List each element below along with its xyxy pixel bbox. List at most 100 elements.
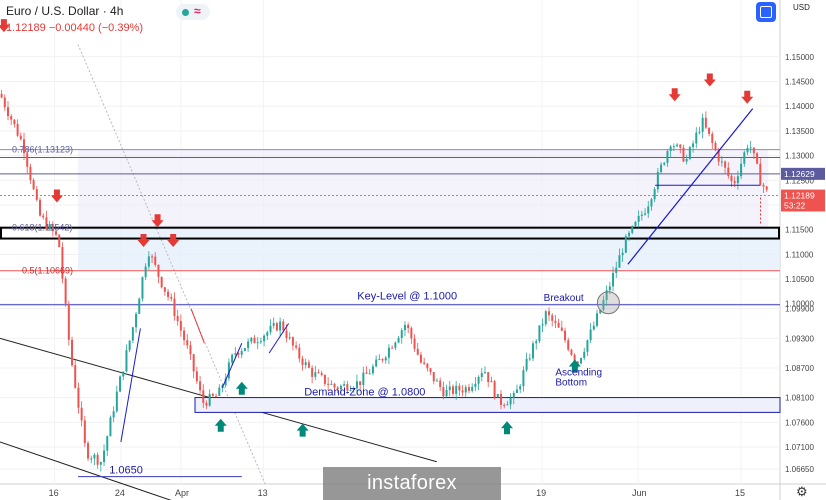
candle-body (285, 330, 288, 339)
candle-body (679, 144, 682, 148)
y-tick-label: 1.08700 (785, 364, 814, 373)
candle-body (496, 393, 499, 398)
candle-body (199, 381, 202, 391)
candle-body (317, 372, 320, 374)
candle-body (400, 330, 403, 339)
candle-body (644, 213, 647, 215)
candle-body (291, 337, 294, 346)
y-tick-label: 1.07100 (785, 443, 814, 452)
candle-body (570, 349, 573, 355)
candle-body (586, 340, 589, 352)
candle-body (87, 443, 90, 459)
candle-body (378, 359, 381, 361)
candle-body (173, 298, 176, 317)
fib-label: 0.5(1.10669) (22, 266, 73, 276)
candle-body (240, 350, 243, 355)
candle-body (736, 176, 739, 184)
candle-body (384, 357, 387, 361)
layout-button[interactable] (756, 2, 776, 22)
candle-body (304, 362, 307, 365)
candle-body (183, 330, 186, 341)
candle-body (205, 402, 208, 406)
candle-body (211, 393, 214, 396)
y-tick-label: 1.06650 (785, 465, 814, 474)
candle-body (628, 232, 631, 237)
candle-body (106, 436, 109, 451)
candle-body (445, 390, 448, 397)
candle-body (301, 358, 304, 365)
candle-body (135, 313, 138, 328)
candle-body (592, 325, 595, 330)
candle-body (7, 107, 10, 117)
candle-body (656, 171, 659, 190)
candle-body (29, 166, 32, 181)
chart-canvas[interactable]: 1.150001.145001.140001.135001.130001.125… (0, 0, 826, 500)
candle-body (253, 337, 256, 344)
candle-body (365, 372, 368, 374)
x-tick-label: 24 (115, 488, 125, 498)
candle-body (551, 315, 554, 321)
candle-body (122, 371, 125, 377)
candle-body (458, 385, 461, 391)
candle-body (759, 163, 762, 185)
fib-label: 0.786(1.13123) (12, 145, 73, 155)
candle-body (663, 162, 666, 165)
candle-body (269, 325, 272, 333)
candle-body (323, 374, 326, 384)
candle-body (669, 146, 672, 152)
candle-body (403, 324, 406, 331)
candle-body (451, 386, 454, 394)
candle-body (19, 135, 22, 140)
candle-body (311, 367, 314, 377)
candle-body (320, 373, 323, 375)
price-tag-label: 1.12189 (784, 191, 815, 201)
x-tick-label: 15 (735, 488, 745, 498)
candle-body (32, 180, 35, 190)
candle-body (538, 325, 541, 342)
x-tick-label: 13 (258, 488, 268, 498)
candle-body (701, 117, 704, 132)
candle-body (756, 153, 759, 164)
gear-icon[interactable]: ⚙ (796, 484, 808, 500)
brand-watermark: instaforex (323, 467, 501, 500)
candle-body (371, 366, 374, 374)
candle-body (295, 345, 298, 348)
candle-body (131, 327, 134, 341)
candle-body (698, 131, 701, 133)
y-tick-label: 1.15000 (785, 53, 814, 62)
candle-body (442, 387, 445, 397)
candle-body (231, 354, 234, 363)
low-level-label: 1.0650 (109, 465, 143, 477)
candle-body (397, 338, 400, 343)
candle-body (548, 311, 551, 316)
candle-body (567, 340, 570, 350)
candle-body (109, 417, 112, 437)
candle-body (125, 350, 128, 372)
x-tick-label: 16 (49, 488, 59, 498)
candle-body (93, 454, 96, 459)
candle-body (167, 291, 170, 297)
indicator-toggle[interactable]: ≈ (176, 4, 210, 20)
candle-body (692, 143, 695, 148)
candle-body (612, 272, 615, 287)
candle-body (439, 380, 442, 388)
candle-body (509, 398, 512, 405)
candle-body (90, 458, 93, 460)
candle-body (179, 321, 182, 331)
candle-body (589, 329, 592, 341)
candle-body (695, 132, 698, 144)
demand-zone-label: Demand-Zone @ 1.0800 (304, 387, 425, 399)
candle-body (74, 365, 77, 388)
candle-body (381, 359, 384, 361)
candle-body (279, 321, 282, 331)
candle-body (608, 286, 611, 291)
candle-body (160, 276, 163, 288)
candle-body (282, 321, 285, 331)
candle-body (720, 161, 723, 163)
candle-body (634, 221, 637, 226)
candle-body (234, 353, 237, 355)
candle-body (391, 347, 394, 349)
candle-body (80, 407, 83, 421)
candle-body (426, 363, 429, 369)
key-level-label: Key-Level @ 1.1000 (357, 291, 457, 303)
